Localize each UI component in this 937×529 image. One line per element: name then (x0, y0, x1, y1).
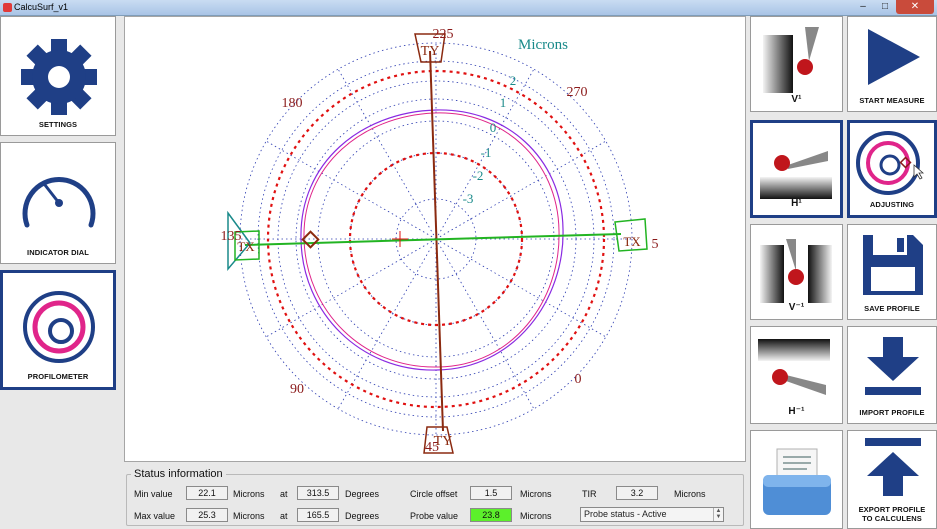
start-measure-label: START MEASURE (859, 96, 925, 105)
ring-label: 0 (490, 120, 497, 135)
play-icon (868, 29, 920, 85)
indicator-dial-tile[interactable]: INDICATOR DIAL (0, 142, 116, 264)
max-at-label: at (280, 511, 288, 521)
v-1-tile[interactable]: V⁻¹ (750, 224, 843, 320)
angle-label: 45 (425, 440, 439, 455)
h1-label: H¹ (791, 198, 802, 209)
start-measure-tile[interactable]: START MEASURE (847, 16, 937, 112)
max-value-field: 25.3 (186, 508, 228, 522)
select-arrow-icon[interactable]: ▲ ▼ (713, 508, 723, 521)
export-arrow-icon (865, 438, 921, 496)
printer-icon (763, 448, 831, 515)
status-panel: Status information Min value 22.1 Micron… (124, 466, 746, 527)
min-angle-field: 313.5 (297, 486, 339, 500)
probe-vertical-icon (763, 27, 819, 93)
tir-field: 3.2 (616, 486, 658, 500)
adjusting-tile[interactable]: ADJUSTING (847, 120, 937, 218)
import-profile-label: IMPORT PROFILE (859, 408, 925, 417)
import-profile-tile[interactable]: IMPORT PROFILE (847, 326, 937, 424)
profilometer-icon (23, 291, 95, 363)
ring-label: -2 (473, 168, 484, 183)
probe-value-label: Probe value (410, 511, 459, 521)
circle-offset-label: Circle offset (410, 489, 458, 499)
max-degrees-label: Degrees (345, 511, 380, 521)
settings-label: SETTINGS (38, 120, 78, 129)
probe-value-field: 23.8 (470, 508, 512, 522)
center-cross (392, 231, 408, 247)
probe-unit-label: Microns (520, 511, 552, 521)
angle-label: 270 (567, 85, 588, 100)
units-label: Microns (518, 37, 568, 53)
gear-icon (21, 39, 97, 115)
probe-top-label: TY (421, 44, 440, 59)
close-button[interactable]: ✕ (896, 0, 934, 14)
ring-label: 1 (500, 95, 507, 110)
ring-label: -1 (481, 145, 492, 160)
probe-horizontal-icon (760, 151, 832, 199)
dial-icon (22, 177, 96, 228)
profilometer-tile[interactable]: PROFILOMETER (0, 270, 116, 390)
export-profile-tile[interactable]: EXPORT PROFILE TO CALCULENS (847, 430, 937, 529)
probe-status-value: Probe status - Active (584, 509, 667, 519)
angle-label: 135 (221, 229, 242, 244)
indicator-dial-label: INDICATOR DIAL (27, 248, 89, 257)
window-title: CalcuSurf_v1 (14, 2, 69, 12)
polar-plot: TY TY TX TX 225 270 5 0 45 90 135 180 Mi… (221, 27, 659, 455)
save-profile-label: SAVE PROFILE (864, 304, 920, 313)
probe-horizontal-reverse-icon (758, 339, 830, 395)
status-legend: Status information (134, 468, 223, 480)
tir-label: TIR (582, 489, 597, 499)
max-angle-field: 165.5 (297, 508, 339, 522)
min-unit-label: Microns (233, 489, 265, 499)
polar-plot-panel: TY TY TX TX 225 270 5 0 45 90 135 180 Mi… (124, 16, 746, 462)
ring-label: -3 (463, 191, 474, 206)
settings-tile[interactable]: SETTINGS (0, 16, 116, 136)
h-1-tile[interactable]: H⁻¹ (750, 326, 843, 424)
app-icon (3, 3, 12, 12)
minimize-button[interactable]: – (852, 0, 874, 14)
max-value-label: Max value (134, 511, 176, 521)
v-1-label: V⁻¹ (788, 302, 805, 313)
save-profile-tile[interactable]: SAVE PROFILE (847, 224, 937, 320)
angle-label: 0 (575, 372, 582, 387)
export-profile-label-2: TO CALCULENS (862, 514, 922, 523)
import-arrow-icon (865, 337, 921, 395)
h1-tile[interactable]: H¹ (750, 120, 843, 218)
floppy-disk-icon (863, 235, 923, 295)
ring-label: 2 (510, 73, 517, 88)
v1-tile[interactable]: V¹ (750, 16, 843, 112)
min-value-label: Min value (134, 489, 173, 499)
angle-label: 5 (652, 237, 659, 252)
offset-unit-label: Microns (520, 489, 552, 499)
adjusting-icon (856, 131, 925, 195)
probe-right-label: TX (623, 234, 641, 249)
angle-label: 180 (282, 96, 303, 111)
adjusting-label: ADJUSTING (869, 200, 915, 209)
min-at-label: at (280, 489, 288, 499)
probe-status-select[interactable]: Probe status - Active ▲ ▼ (580, 507, 724, 522)
v1-label: V¹ (791, 94, 802, 105)
angle-label: 225 (433, 27, 454, 42)
tir-unit-label: Microns (674, 489, 706, 499)
max-unit-label: Microns (233, 511, 265, 521)
max-point-marker (301, 230, 320, 249)
title-bar: CalcuSurf_v1 – □ ✕ (0, 0, 937, 16)
angle-label: 90 (290, 382, 304, 397)
export-profile-label-1: EXPORT PROFILE (858, 505, 926, 514)
probe-vertical-reverse-icon (760, 239, 832, 303)
min-degrees-label: Degrees (345, 489, 380, 499)
circle-offset-field: 1.5 (470, 486, 512, 500)
h-1-label: H⁻¹ (788, 406, 805, 417)
maximize-button[interactable]: □ (874, 0, 896, 14)
min-value-field: 22.1 (186, 486, 228, 500)
profilometer-label: PROFILOMETER (27, 372, 89, 381)
print-tile[interactable] (750, 430, 843, 529)
